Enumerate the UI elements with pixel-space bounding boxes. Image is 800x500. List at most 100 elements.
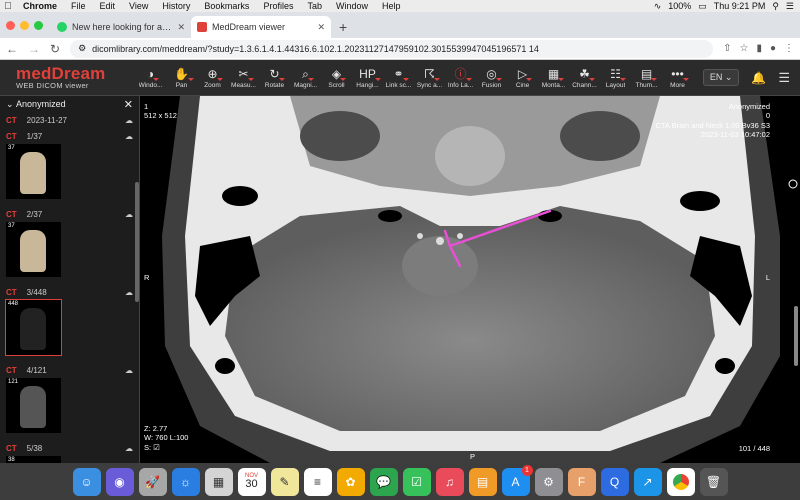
tool-magnify[interactable]: ⌕ Magni...: [290, 66, 321, 89]
chrome-dock-icon[interactable]: [666, 467, 695, 496]
trash-icon[interactable]: 🗑: [699, 467, 728, 496]
tool-contrast[interactable]: ◑ Windo...: [135, 66, 166, 89]
tool-ruler[interactable]: ✂ Measu...: [228, 66, 259, 89]
menu-tab[interactable]: Tab: [300, 1, 329, 11]
menu-history[interactable]: History: [155, 1, 197, 11]
calendar-icon[interactable]: NOV 30: [237, 467, 266, 496]
chrome-menu-icon[interactable]: ⋮: [784, 43, 794, 54]
menu-file[interactable]: File: [64, 1, 93, 11]
preview-icon[interactable]: ▦: [204, 467, 233, 496]
profile-icon[interactable]: ●: [770, 43, 776, 54]
siri-icon[interactable]: ◉: [105, 467, 134, 496]
tool-hand[interactable]: ✋ Pan: [166, 66, 197, 89]
launchpad-icon[interactable]: 🚀: [138, 467, 167, 496]
app-store-icon[interactable]: A 1: [501, 464, 533, 496]
series-thumbnail[interactable]: 37: [6, 144, 61, 199]
wifi-icon[interactable]: ∿: [654, 1, 662, 12]
tab-whatsapp[interactable]: New here looking for advice an ✕: [51, 16, 191, 38]
tool-thumbnails[interactable]: ▤ Thum...: [631, 66, 662, 89]
close-tab-icon[interactable]: ✕: [177, 22, 185, 33]
series-thumbnail[interactable]: 37: [6, 222, 61, 277]
menu-window[interactable]: Window: [329, 1, 375, 11]
tool-channels[interactable]: ☘ Chann...: [569, 66, 600, 89]
bell-icon[interactable]: 🔔: [751, 71, 766, 85]
back-icon[interactable]: ←: [6, 42, 18, 56]
control-center-icon[interactable]: ☰: [786, 1, 794, 12]
music-icon[interactable]: ♫: [435, 467, 464, 496]
series-item[interactable]: CT 5/38 ☁ 38: [0, 440, 139, 463]
reload-icon[interactable]: ↻: [50, 42, 60, 56]
settings-sliders-icon[interactable]: ☰: [778, 70, 790, 86]
battery-icon[interactable]: ▭: [698, 1, 707, 12]
fusion-app-icon[interactable]: F: [567, 467, 596, 496]
menu-app-name[interactable]: Chrome: [16, 1, 64, 11]
notes-icon[interactable]: ✎: [270, 467, 299, 496]
tool-info[interactable]: ⓘ Info La...: [445, 66, 476, 89]
download-icon[interactable]: ☁: [125, 444, 133, 453]
tool-grid[interactable]: ☷ Layout: [600, 66, 631, 89]
reminders-icon[interactable]: ≡: [303, 467, 332, 496]
safari-icon[interactable]: ☼: [171, 467, 200, 496]
photos-icon[interactable]: ✿: [336, 467, 365, 496]
close-sidebar-icon[interactable]: ✕: [124, 98, 133, 111]
tool-rotate[interactable]: ↻ Rotate: [259, 66, 290, 89]
system-preferences-icon[interactable]: ⚙: [534, 467, 563, 496]
tool-link[interactable]: ⚭ Link sc...: [383, 66, 414, 89]
menu-view[interactable]: View: [122, 1, 155, 11]
series-thumbnail[interactable]: 121: [6, 378, 61, 433]
series-item[interactable]: CT 1/37 ☁ 37: [0, 128, 139, 206]
migration-assistant-icon[interactable]: ↗: [633, 467, 662, 496]
menu-bookmarks[interactable]: Bookmarks: [197, 1, 256, 11]
tool-layers[interactable]: ◈ Scroll: [321, 66, 352, 89]
menu-profiles[interactable]: Profiles: [256, 1, 300, 11]
tool-montage[interactable]: ▦ Monta...: [538, 66, 569, 89]
series-item[interactable]: CT 4/121 ☁ 121: [0, 362, 139, 440]
tool-fusion[interactable]: ◎ Fusion: [476, 66, 507, 89]
messages-icon[interactable]: 💬: [369, 467, 398, 496]
side-panel-icon[interactable]: ▮: [756, 43, 762, 54]
series-thumbnail[interactable]: 38: [6, 456, 61, 463]
series-item[interactable]: CT 2/37 ☁ 37: [0, 206, 139, 284]
bookmark-star-icon[interactable]: ☆: [739, 43, 748, 54]
series-item[interactable]: CT 3/448 ☁ 448: [0, 284, 139, 362]
download-icon[interactable]: ☁: [125, 366, 133, 375]
tab-meddream[interactable]: MedDream viewer ✕: [191, 16, 331, 38]
close-tab-icon[interactable]: ✕: [317, 22, 325, 33]
clock[interactable]: Thu 9:21 PM: [714, 1, 766, 11]
language-select[interactable]: EN ⌄: [702, 69, 740, 86]
image-viewport[interactable]: 1 512 x 512 Anonymized 0 CTA Brain and N…: [140, 96, 800, 463]
tool-hanging-protocol[interactable]: HP Hangi...: [352, 66, 383, 89]
spotlight-icon[interactable]: ⚲: [772, 1, 779, 12]
download-icon[interactable]: ☁: [125, 288, 133, 297]
menu-edit[interactable]: Edit: [93, 1, 123, 11]
sidebar-scrollbar[interactable]: [135, 182, 139, 302]
download-icon[interactable]: ☁: [125, 116, 133, 125]
apple-icon[interactable]: : [0, 1, 16, 12]
close-window-icon[interactable]: [6, 20, 15, 30]
books-icon[interactable]: ▤: [468, 467, 497, 496]
minimize-window-icon[interactable]: [20, 20, 29, 30]
site-info-icon[interactable]: ⚙: [78, 43, 86, 54]
download-icon[interactable]: ☁: [125, 132, 133, 141]
chevron-down-icon[interactable]: ⌄: [6, 99, 16, 110]
tool-more[interactable]: ••• More: [662, 66, 693, 89]
share-icon[interactable]: ⇧: [723, 43, 731, 54]
download-icon[interactable]: ☁: [125, 210, 133, 219]
finder-icon[interactable]: ☺: [72, 467, 101, 496]
tool-label: Link sc...: [385, 82, 412, 89]
tool-sync[interactable]: ☈ Sync a...: [414, 66, 445, 89]
menu-help[interactable]: Help: [375, 1, 408, 11]
image-count: 37: [8, 223, 15, 229]
maximize-window-icon[interactable]: [34, 20, 43, 30]
tool-play[interactable]: ▷ Cine: [507, 66, 538, 89]
facetime-icon[interactable]: ☑: [402, 467, 431, 496]
series-thumbnail[interactable]: 448: [5, 299, 62, 356]
tool-zoom[interactable]: ⊕ Zoom: [197, 66, 228, 89]
slice-scrollbar[interactable]: [794, 306, 798, 366]
url-field[interactable]: ⚙ dicomlibrary.com/meddream/?study=1.3.6…: [70, 39, 714, 58]
new-tab-button[interactable]: +: [331, 16, 355, 38]
forward-icon[interactable]: →: [28, 42, 40, 56]
patient-header[interactable]: ⌄ Anonymized ✕: [0, 96, 139, 112]
study-row[interactable]: CT 2023-11-27 ☁: [0, 112, 139, 128]
quicktime-icon[interactable]: Q: [600, 467, 629, 496]
